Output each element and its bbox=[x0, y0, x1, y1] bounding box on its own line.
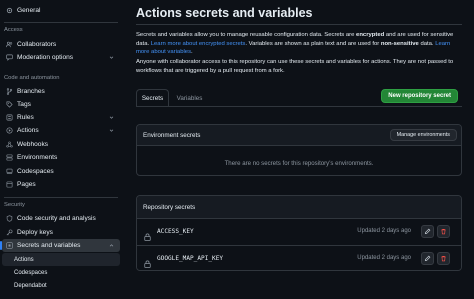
tag-icon bbox=[6, 101, 13, 108]
page-title: Actions secrets and variables bbox=[136, 6, 313, 20]
shield-icon bbox=[6, 215, 13, 222]
environment-secrets-title: Environment secrets bbox=[143, 132, 201, 139]
manage-environments-button[interactable]: Manage environments bbox=[389, 129, 457, 141]
sidebar-item-branches[interactable]: Branches bbox=[2, 85, 120, 98]
sidebar-item-general[interactable]: General bbox=[2, 4, 120, 17]
intro-text: Secrets and variables allow you to manag… bbox=[136, 32, 357, 38]
sidebar-item-label: Code security and analysis bbox=[17, 215, 96, 222]
people-icon bbox=[6, 41, 13, 48]
section-label-access: Access bbox=[4, 27, 23, 33]
repository-secrets-box: Repository secrets ACCESS_KEY Updated 2 … bbox=[136, 195, 462, 271]
sidebar-subitem-codespaces[interactable]: Codespaces bbox=[2, 266, 120, 279]
new-repository-secret-button[interactable]: New repository secret bbox=[381, 89, 458, 103]
delete-secret-button[interactable] bbox=[437, 225, 450, 238]
lock-icon bbox=[144, 228, 151, 241]
comment-icon bbox=[6, 54, 13, 61]
play-icon bbox=[6, 127, 13, 134]
intro-text: . bbox=[191, 49, 193, 56]
pencil-icon bbox=[424, 228, 431, 235]
section-label-code-automation: Code and automation bbox=[4, 75, 60, 81]
sidebar-item-label: Branches bbox=[17, 88, 45, 95]
sidebar-item-label: General bbox=[17, 7, 41, 14]
gear-icon bbox=[6, 7, 13, 14]
repository-secrets-title: Repository secrets bbox=[143, 204, 196, 211]
intro-paragraph: Secrets and variables allow you to manag… bbox=[136, 31, 462, 57]
sidebar-item-collaborators[interactable]: Collaborators bbox=[2, 38, 120, 51]
sidebar-item-code-security[interactable]: Code security and analysis bbox=[2, 212, 120, 225]
sidebar-item-actions[interactable]: Actions bbox=[2, 124, 120, 137]
sidebar-item-label: Environments bbox=[17, 154, 58, 161]
codespaces-icon bbox=[6, 168, 13, 175]
sidebar-item-secrets-variables[interactable]: Secrets and variables bbox=[0, 239, 120, 252]
sidebar-item-codespaces[interactable]: Codespaces bbox=[2, 165, 120, 178]
secret-name: ACCESS_KEY bbox=[157, 228, 194, 235]
webhook-icon bbox=[6, 141, 13, 148]
sidebar-subitem-label: Dependabot bbox=[14, 282, 47, 289]
intro-bold-non-sensitive: non-sensitive bbox=[380, 40, 419, 47]
link-encrypted-secrets[interactable]: Learn more about encrypted secrets bbox=[151, 41, 246, 47]
environment-secrets-empty-message: There are no secrets for this repository… bbox=[224, 160, 374, 167]
fork-note: Anyone with collaborator access to this … bbox=[136, 59, 454, 74]
trash-icon bbox=[441, 255, 446, 262]
sidebar-item-pages[interactable]: Pages bbox=[2, 178, 120, 191]
sidebar-item-label: Pages bbox=[17, 181, 36, 188]
edit-secret-button[interactable] bbox=[421, 225, 434, 238]
sidebar-divider bbox=[4, 197, 118, 198]
secret-row: GOOGLE_MAP_API_KEY Updated 2 days ago bbox=[137, 245, 461, 270]
tab-secrets[interactable]: Secrets bbox=[136, 89, 169, 107]
chevron-down-icon bbox=[109, 55, 114, 60]
sidebar-item-label: Rules bbox=[17, 114, 34, 121]
rules-icon bbox=[6, 114, 13, 121]
repository-secrets-header: Repository secrets bbox=[137, 196, 461, 219]
environment-secrets-box: Environment secrets Manage environments … bbox=[136, 124, 462, 176]
branch-icon bbox=[6, 88, 13, 95]
lock-icon bbox=[144, 255, 151, 268]
chevron-down-icon bbox=[109, 115, 114, 120]
key-icon bbox=[6, 229, 13, 236]
section-label-security: Security bbox=[4, 202, 25, 208]
title-divider bbox=[136, 24, 462, 25]
delete-secret-button[interactable] bbox=[437, 252, 450, 265]
environment-secrets-header: Environment secrets Manage environments bbox=[137, 125, 461, 146]
sidebar-item-moderation[interactable]: Moderation options bbox=[2, 51, 120, 64]
sidebar-item-label: Collaborators bbox=[17, 41, 57, 48]
sidebar-subitem-label: Actions bbox=[14, 256, 34, 263]
pencil-icon bbox=[424, 255, 431, 262]
tab-variables[interactable]: Variables bbox=[172, 89, 207, 107]
sidebar-item-label: Webhooks bbox=[17, 141, 49, 148]
sidebar-item-tags[interactable]: Tags bbox=[2, 98, 120, 111]
secret-row: ACCESS_KEY Updated 2 days ago bbox=[137, 219, 461, 245]
sidebar-item-label: Codespaces bbox=[17, 168, 54, 175]
sidebar-subitem-dependabot[interactable]: Dependabot bbox=[2, 279, 120, 292]
trash-icon bbox=[441, 228, 446, 235]
sidebar-item-label: Secrets and variables bbox=[17, 242, 81, 249]
settings-sidebar: General Access Collaborators Moderation … bbox=[0, 0, 122, 299]
edit-secret-button[interactable] bbox=[421, 252, 434, 265]
sidebar-divider bbox=[4, 22, 118, 23]
browser-icon bbox=[6, 181, 13, 188]
asterisk-icon bbox=[6, 242, 13, 249]
sidebar-item-environments[interactable]: Environments bbox=[2, 151, 120, 164]
chevron-up-icon bbox=[109, 243, 114, 248]
sidebar-item-label: Moderation options bbox=[17, 54, 74, 61]
sidebar-item-label: Tags bbox=[17, 101, 31, 108]
sidebar-item-rules[interactable]: Rules bbox=[2, 111, 120, 124]
secret-name: GOOGLE_MAP_API_KEY bbox=[157, 255, 224, 262]
intro-bold-encrypted: encrypted bbox=[356, 32, 385, 38]
tabs-divider bbox=[136, 106, 462, 107]
sidebar-item-webhooks[interactable]: Webhooks bbox=[2, 138, 120, 151]
sidebar-item-label: Actions bbox=[17, 127, 39, 134]
sidebar-item-label: Deploy keys bbox=[17, 229, 53, 236]
sidebar-item-deploy-keys[interactable]: Deploy keys bbox=[2, 226, 120, 239]
secret-updated-time: Updated 2 days ago bbox=[357, 228, 411, 234]
secret-updated-time: Updated 2 days ago bbox=[357, 255, 411, 261]
intro-text: . Variables are shown as plain text and … bbox=[245, 40, 381, 47]
sidebar-subitem-actions[interactable]: Actions bbox=[2, 253, 120, 266]
intro-text: data. bbox=[418, 40, 436, 47]
server-icon bbox=[6, 154, 13, 161]
sidebar-subitem-label: Codespaces bbox=[14, 269, 48, 276]
chevron-down-icon bbox=[109, 128, 114, 133]
